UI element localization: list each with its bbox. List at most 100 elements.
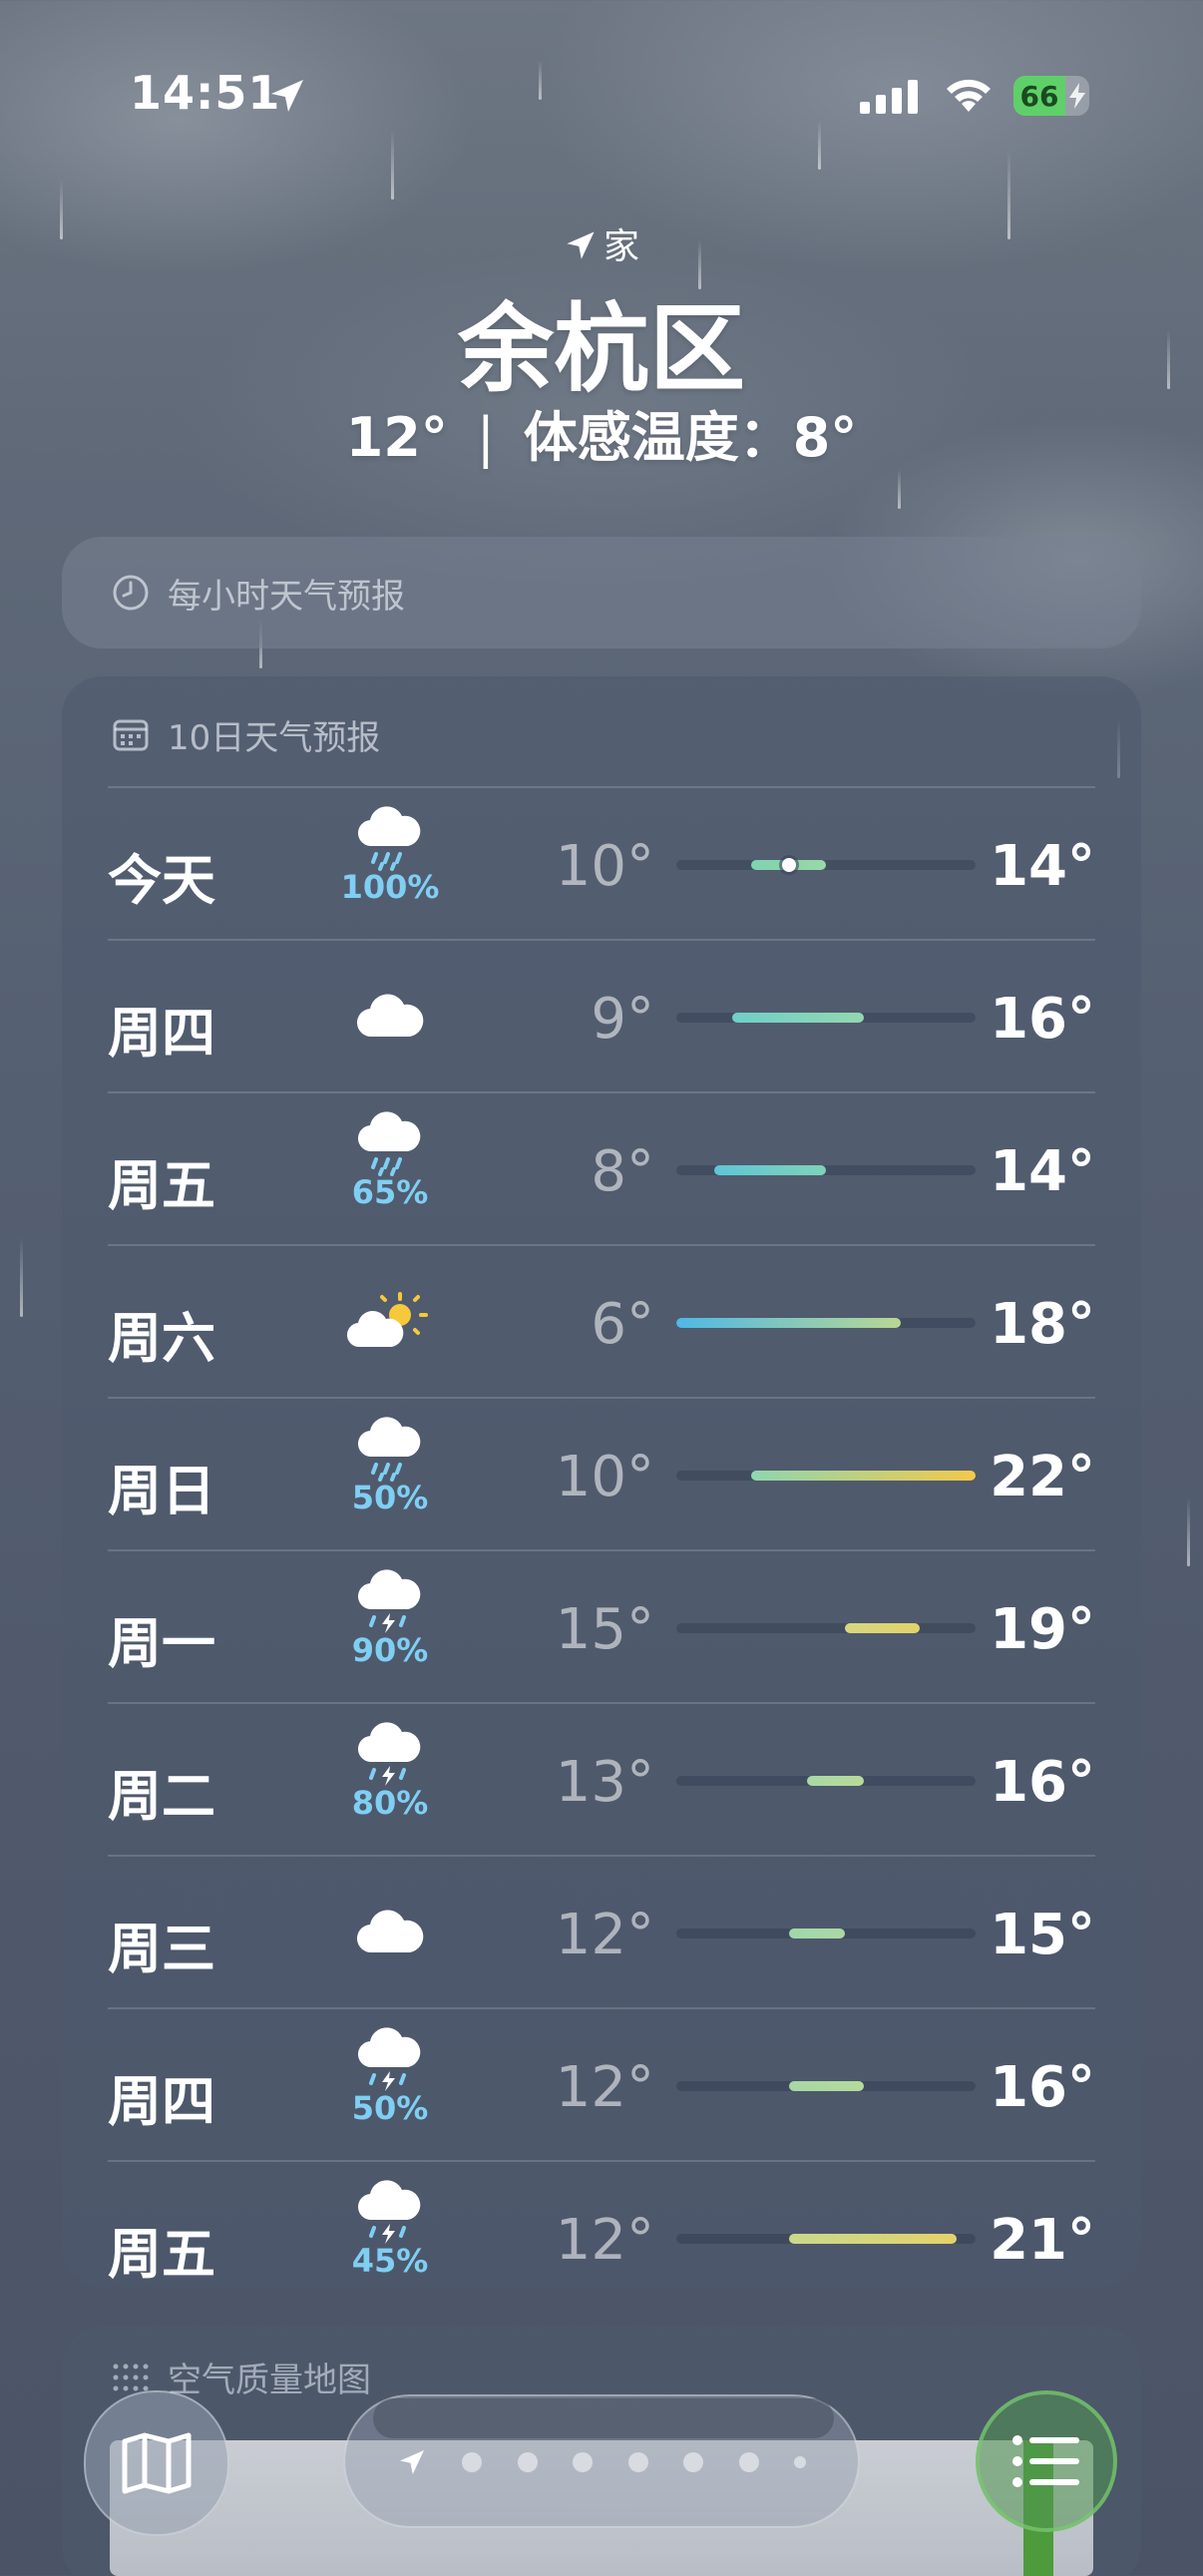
precipitation-chance: 65% [351, 1173, 429, 1211]
weather-condition [335, 1875, 445, 1990]
high-temp: 22° [990, 1445, 1095, 1509]
cloud-icon [352, 989, 428, 1045]
precipitation-chance: 80% [351, 1784, 429, 1822]
battery-level: 66 [1013, 76, 1065, 116]
high-temp: 16° [990, 1750, 1095, 1815]
forecast-row[interactable]: 今天 100% 10° 14° [108, 786, 1095, 939]
home-label: 家 [602, 226, 639, 267]
forecast-row[interactable]: 周日 50% 10° 22° [108, 1397, 1095, 1549]
low-temp: 10° [555, 1445, 654, 1509]
page-dots [397, 2442, 806, 2482]
forecast-row[interactable]: 周五 65% 8° 14° [108, 1091, 1095, 1244]
day-label: 今天 [108, 849, 215, 912]
day-label: 周五 [108, 1154, 215, 1217]
forecast-row[interactable]: 周二 80% 13° 16° [108, 1702, 1095, 1855]
temp-range-track [676, 1318, 976, 1328]
low-temp: 12° [555, 1903, 654, 1967]
day-label: 周四 [108, 1002, 215, 1065]
weather-condition: 50% [335, 1417, 445, 1532]
page-dot[interactable] [573, 2452, 594, 2472]
hourly-forecast-card[interactable]: 每小时天气预报 [62, 537, 1141, 648]
rain-icon [352, 1111, 428, 1177]
status-time: 14:51 [130, 66, 281, 120]
high-temp: 15° [990, 1903, 1095, 1967]
forecast-row[interactable]: 周四 50% 12° 16° [108, 2007, 1095, 2160]
temp-range-bar [807, 1776, 864, 1786]
rain-streak [391, 130, 394, 200]
ten-day-forecast-card[interactable]: 10日天气预报 今天 100% 10° 14° 周四 9° 16° 周五 65% 8° 14° 周六 6… [62, 676, 1141, 2287]
page-dot[interactable] [738, 2452, 759, 2472]
precipitation-chance: 90% [351, 1631, 429, 1669]
temp-range-track [676, 1471, 976, 1481]
hourly-forecast-title: 每小时天气预报 [168, 576, 405, 617]
weather-condition [335, 1264, 445, 1380]
hourly-forecast-header: 每小时天气预报 [112, 537, 405, 648]
location-arrow-icon [567, 231, 595, 259]
page-indicator-highlight [373, 2398, 834, 2438]
low-temp: 12° [555, 2208, 654, 2273]
rain-icon [352, 806, 428, 872]
cloud-icon [352, 1905, 428, 1960]
weather-condition: 65% [335, 1111, 445, 1227]
rain-streak [1187, 1497, 1190, 1566]
low-temp: 13° [555, 1750, 654, 1815]
page-dot[interactable] [627, 2452, 648, 2472]
forecast-row[interactable]: 周五 45% 12° 21° [108, 2160, 1095, 2313]
low-temp: 9° [591, 987, 654, 1052]
map-button[interactable] [84, 2390, 229, 2536]
page-dot[interactable] [462, 2452, 483, 2472]
current-conditions: 12° | 体感温度：8° [0, 393, 1203, 472]
temp-range-bar [788, 1929, 845, 1938]
page-dot[interactable] [793, 2456, 806, 2468]
ten-day-forecast-title: 10日天气预报 [168, 717, 381, 758]
temp-range-track [676, 1013, 976, 1023]
rain-streak [898, 469, 901, 509]
cellular-signal-icon [860, 80, 922, 118]
weather-condition: 80% [335, 1722, 445, 1838]
low-temp: 10° [555, 834, 654, 899]
temp-range-bar [788, 2081, 864, 2091]
temp-range-bar [713, 1165, 826, 1175]
day-label: 周日 [108, 1460, 215, 1522]
forecast-row[interactable]: 周一 90% 15° 19° [108, 1549, 1095, 1702]
rain-streak [818, 120, 821, 170]
calendar-icon [113, 719, 149, 751]
day-label: 周一 [108, 1612, 215, 1675]
high-temp: 16° [990, 987, 1095, 1052]
temp-range-track [676, 2081, 976, 2091]
rain-icon [352, 1417, 428, 1483]
thunderstorm-icon [352, 1569, 428, 1635]
precipitation-chance: 50% [351, 1479, 429, 1516]
location-arrow-icon [267, 76, 307, 120]
clock-icon [113, 575, 149, 611]
low-temp: 15° [555, 1597, 654, 1662]
high-temp: 14° [990, 834, 1095, 899]
forecast-row[interactable]: 周三 12° 15° [108, 1855, 1095, 2007]
list-button[interactable] [976, 2390, 1117, 2532]
precipitation-chance: 50% [351, 2089, 429, 2127]
current-temp: 12° [345, 406, 448, 469]
day-label: 周四 [108, 2070, 215, 2133]
battery-indicator: 66 [1013, 76, 1089, 116]
temp-range-track [676, 1776, 976, 1786]
city-name: 余杭区 [458, 293, 745, 405]
forecast-row[interactable]: 周六 6° 18° [108, 1244, 1095, 1397]
high-temp: 14° [990, 1139, 1095, 1204]
temp-range-track [676, 1165, 976, 1175]
day-label: 周二 [108, 1765, 215, 1828]
partly-sunny-icon [344, 1291, 436, 1353]
page-dot[interactable] [683, 2452, 704, 2472]
day-label: 周三 [108, 1918, 215, 1980]
precipitation-chance: 100% [340, 868, 440, 906]
low-temp: 12° [555, 2055, 654, 2120]
weather-condition [335, 959, 445, 1074]
current-temp-marker [781, 858, 796, 872]
forecast-row[interactable]: 周四 9° 16° [108, 939, 1095, 1091]
weather-condition: 100% [335, 806, 445, 922]
temp-range-bar [732, 1013, 864, 1023]
rain-streak [539, 60, 542, 100]
forecast-list: 今天 100% 10° 14° 周四 9° 16° 周五 65% 8° 14° 周六 6° 18° 周日 50… [108, 786, 1095, 2313]
thunderstorm-icon [352, 1722, 428, 1788]
precipitation-chance: 45% [351, 2242, 429, 2280]
page-dot[interactable] [517, 2452, 538, 2472]
